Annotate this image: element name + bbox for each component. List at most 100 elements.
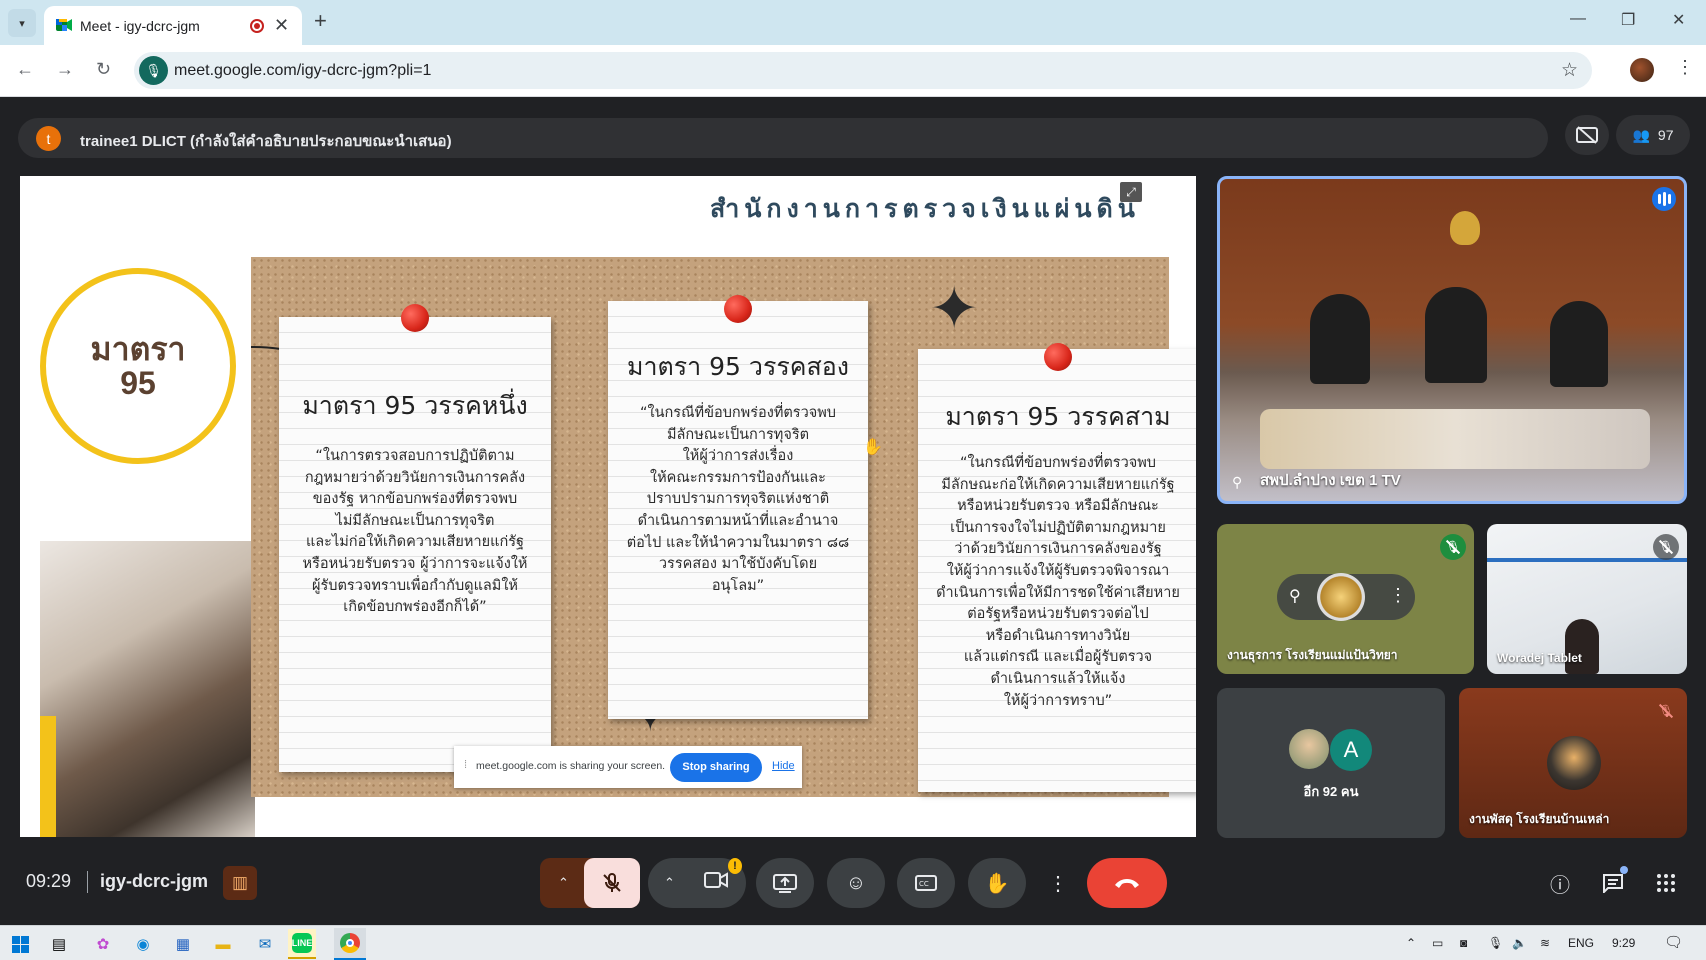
notification-icon[interactable]: 🗨 [1664, 933, 1683, 951]
mic-off-icon[interactable] [584, 858, 640, 908]
conference-table [1260, 409, 1650, 469]
edge-icon[interactable]: ◉ [132, 933, 154, 955]
mic-off-icon: 🎙 [1653, 534, 1679, 560]
captions-icon[interactable]: CC [897, 858, 955, 908]
meet-favicon [56, 19, 72, 31]
wifi-icon[interactable]: ≋ [1540, 936, 1550, 950]
tile-name: Woradej Tablet [1497, 651, 1582, 665]
presenter-label: trainee1 DLICT (กำลังใส่คำอธิบายประกอบขณ… [80, 133, 452, 150]
star-icon[interactable]: ☆ [1561, 59, 1578, 82]
yellow-accent [40, 716, 56, 837]
tab-title: Meet - igy-dcrc-jgm [80, 18, 200, 34]
note-title: มาตรา 95 วรรคสอง [626, 352, 850, 381]
slide-header: สำนักงานการตรวจเงินแผ่นดิน [710, 194, 1140, 223]
tile-name: สพป.ลำปาง เขต 1 TV [1260, 472, 1401, 489]
host-controls-icon[interactable]: ▥ [223, 866, 257, 900]
hide-link[interactable]: Hide [772, 760, 795, 772]
reload-icon[interactable]: ↻ [96, 59, 111, 80]
taskbar-clock[interactable]: 9:29 [1612, 936, 1635, 950]
drag-handle-icon[interactable]: ⁞ [464, 759, 467, 771]
pin-icon[interactable]: ⚲ [1289, 586, 1301, 606]
url-text[interactable]: meet.google.com/igy-dcrc-jgm?pli=1 [174, 62, 431, 80]
language-indicator[interactable]: ENG [1568, 936, 1594, 950]
note-title: มาตรา 95 วรรคสาม [945, 402, 1171, 431]
meeting-code: igy-dcrc-jgm [100, 871, 209, 891]
line-app-icon[interactable]: LINE [288, 929, 316, 959]
camera-control-group: ⌃ ! [648, 858, 746, 908]
tile-participant[interactable]: 🎙 ⚲ ⋮ งานธุรการ โรงเรียนแม่แป้นวิทยา [1217, 524, 1474, 674]
divider [87, 871, 88, 893]
restore-button[interactable]: ❐ [1621, 10, 1635, 30]
camera-icon[interactable] [704, 871, 728, 895]
circle-line-2: 95 [120, 365, 156, 401]
info-icon[interactable]: ⓘ [1545, 868, 1575, 898]
pin-icon[interactable]: ⚲ [1232, 474, 1242, 491]
tile-main-speaker[interactable]: ⚲ สพป.ลำปาง เขต 1 TV [1217, 176, 1687, 504]
avatar [1289, 729, 1329, 769]
tray-overflow-icon[interactable]: ⌃ [1406, 936, 1416, 950]
file-explorer-icon[interactable]: ▬ [212, 933, 234, 955]
profile-avatar[interactable] [1630, 58, 1654, 82]
tile-name: งานพัสดุ โรงเรียนบ้านเหล่า [1469, 812, 1610, 826]
note-body: “ในกรณีที่ข้อบกพร่องที่ตรวจพบ มีลักษณะก่… [936, 455, 1180, 709]
share-notice-text: meet.google.com is sharing your screen. [476, 760, 666, 772]
task-view-icon[interactable]: ▤ [48, 933, 70, 955]
chrome-icon[interactable] [334, 928, 366, 960]
end-call-icon[interactable] [1087, 858, 1167, 908]
more-icon[interactable]: ⋮ [1389, 585, 1407, 606]
more-options-icon[interactable]: ⋮ [1038, 858, 1078, 908]
speaking-indicator-icon [1652, 187, 1676, 211]
presenter-banner: t trainee1 DLICT (กำลังใส่คำอธิบายประกอบ… [18, 118, 1548, 158]
browser-titlebar: ▾ Meet - igy-dcrc-jgm ✕ + — ❐ ✕ [0, 0, 1706, 45]
people-button[interactable]: 👥 97 [1616, 115, 1690, 155]
new-tab-button[interactable]: + [314, 8, 327, 34]
tab-close-icon[interactable]: ✕ [274, 15, 289, 36]
mic-off-icon: 🎙 [1653, 698, 1679, 724]
address-bar[interactable]: 🎙 meet.google.com/igy-dcrc-jgm?pli=1 ☆ [134, 52, 1592, 89]
stop-sharing-button[interactable]: Stop sharing [670, 753, 762, 782]
tile-participant[interactable]: 🎙 Woradej Tablet [1487, 524, 1687, 674]
shared-screen: ⤢ สำนักงานการตรวจเงินแผ่นดิน มาตรา 95 ✦ … [20, 176, 1196, 837]
chat-icon[interactable] [1598, 866, 1628, 898]
note-body: “ในการตรวจสอบการปฏิบัติตาม กฎหมายว่าด้วย… [302, 448, 528, 616]
audio-options-icon[interactable]: ⌃ [558, 875, 569, 891]
person [1565, 619, 1599, 674]
site-info-icon[interactable]: 🎙 [139, 56, 168, 85]
note-card-1: มาตรา 95 วรรคหนึ่ง “ในการตรวจสอบการปฏิบั… [279, 304, 551, 772]
section-circle: มาตรา 95 [40, 268, 236, 464]
minimize-button[interactable]: — [1570, 10, 1586, 28]
raise-hand-icon[interactable]: ✋ [968, 858, 1026, 908]
present-icon[interactable] [756, 858, 814, 908]
note-card-2: มาตรา 95 วรรคสอง “ในกรณีที่ข้อบกพร่องที่… [608, 295, 868, 719]
sparkle-doodle: ✦ [929, 275, 980, 342]
captions-off-icon[interactable] [1565, 115, 1609, 155]
activities-icon[interactable] [1651, 868, 1681, 898]
outlook-icon[interactable]: ✉ [254, 933, 276, 955]
battery-icon[interactable]: ▭ [1432, 936, 1443, 950]
windows-start-icon[interactable] [9, 933, 31, 955]
avatar [1317, 573, 1365, 621]
unread-badge [1620, 866, 1628, 874]
copilot-icon[interactable]: ✿ [92, 933, 114, 955]
volume-icon[interactable]: 🔈 [1512, 936, 1527, 950]
tab-search-icon[interactable]: ▾ [8, 9, 36, 37]
cursor-hand-icon: ✋ [863, 439, 883, 456]
browser-tab[interactable]: Meet - igy-dcrc-jgm ✕ [44, 6, 302, 45]
store-icon[interactable]: ▦ [172, 933, 194, 955]
close-window-button[interactable]: ✕ [1672, 10, 1685, 30]
pushpin [1044, 343, 1072, 371]
mic-off-icon: 🎙 [1440, 534, 1466, 560]
webcam-tray-icon[interactable]: ◙ [1460, 936, 1467, 950]
more-icon[interactable]: ⋮ [1676, 57, 1694, 78]
emoji-icon[interactable]: ☺ [827, 858, 885, 908]
emblem-icon [1450, 211, 1480, 245]
forward-icon[interactable]: → [56, 59, 74, 80]
back-icon[interactable]: ← [16, 59, 34, 80]
tile-others[interactable]: A อีก 92 คน [1217, 688, 1445, 838]
mic-tray-icon[interactable]: 🎙 [1488, 936, 1503, 950]
pushpin [401, 304, 429, 332]
avatar [1547, 736, 1601, 790]
tile-participant[interactable]: 🎙 งานพัสดุ โรงเรียนบ้านเหล่า [1459, 688, 1687, 838]
video-options-icon[interactable]: ⌃ [664, 875, 675, 891]
mic-control-group: ⌃ [540, 858, 640, 908]
